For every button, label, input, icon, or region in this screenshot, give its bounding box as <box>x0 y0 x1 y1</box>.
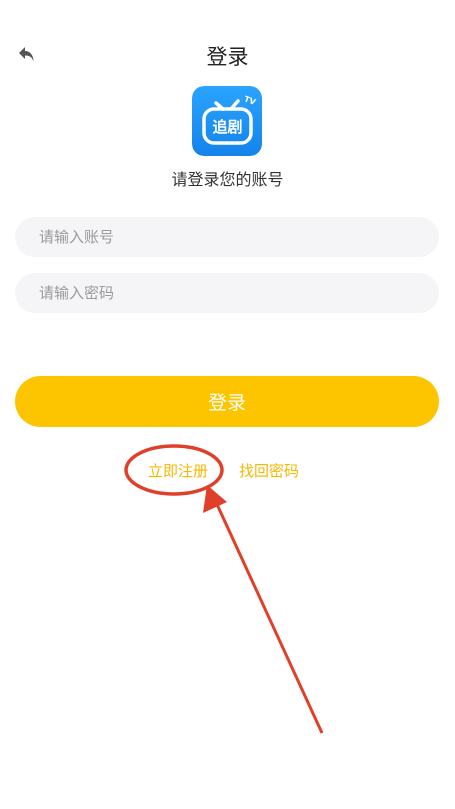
annotation-arrow-line <box>213 499 324 734</box>
password-input[interactable] <box>15 273 439 313</box>
app-logo: 追剧 TV <box>192 86 262 156</box>
login-button[interactable]: 登录 <box>15 376 439 427</box>
password-field-wrapper <box>15 273 439 313</box>
page-title: 登录 <box>206 45 249 69</box>
logo-text: 追剧 <box>212 118 242 136</box>
find-password-link[interactable]: 找回密码 <box>239 460 299 482</box>
annotation-arrow-head <box>203 485 227 513</box>
header: 登录 <box>0 30 455 80</box>
login-subtitle: 请登录您的账号 <box>171 170 284 189</box>
account-field-wrapper <box>15 217 439 257</box>
account-input[interactable] <box>15 217 439 257</box>
register-link[interactable]: 立即注册 <box>148 460 208 482</box>
